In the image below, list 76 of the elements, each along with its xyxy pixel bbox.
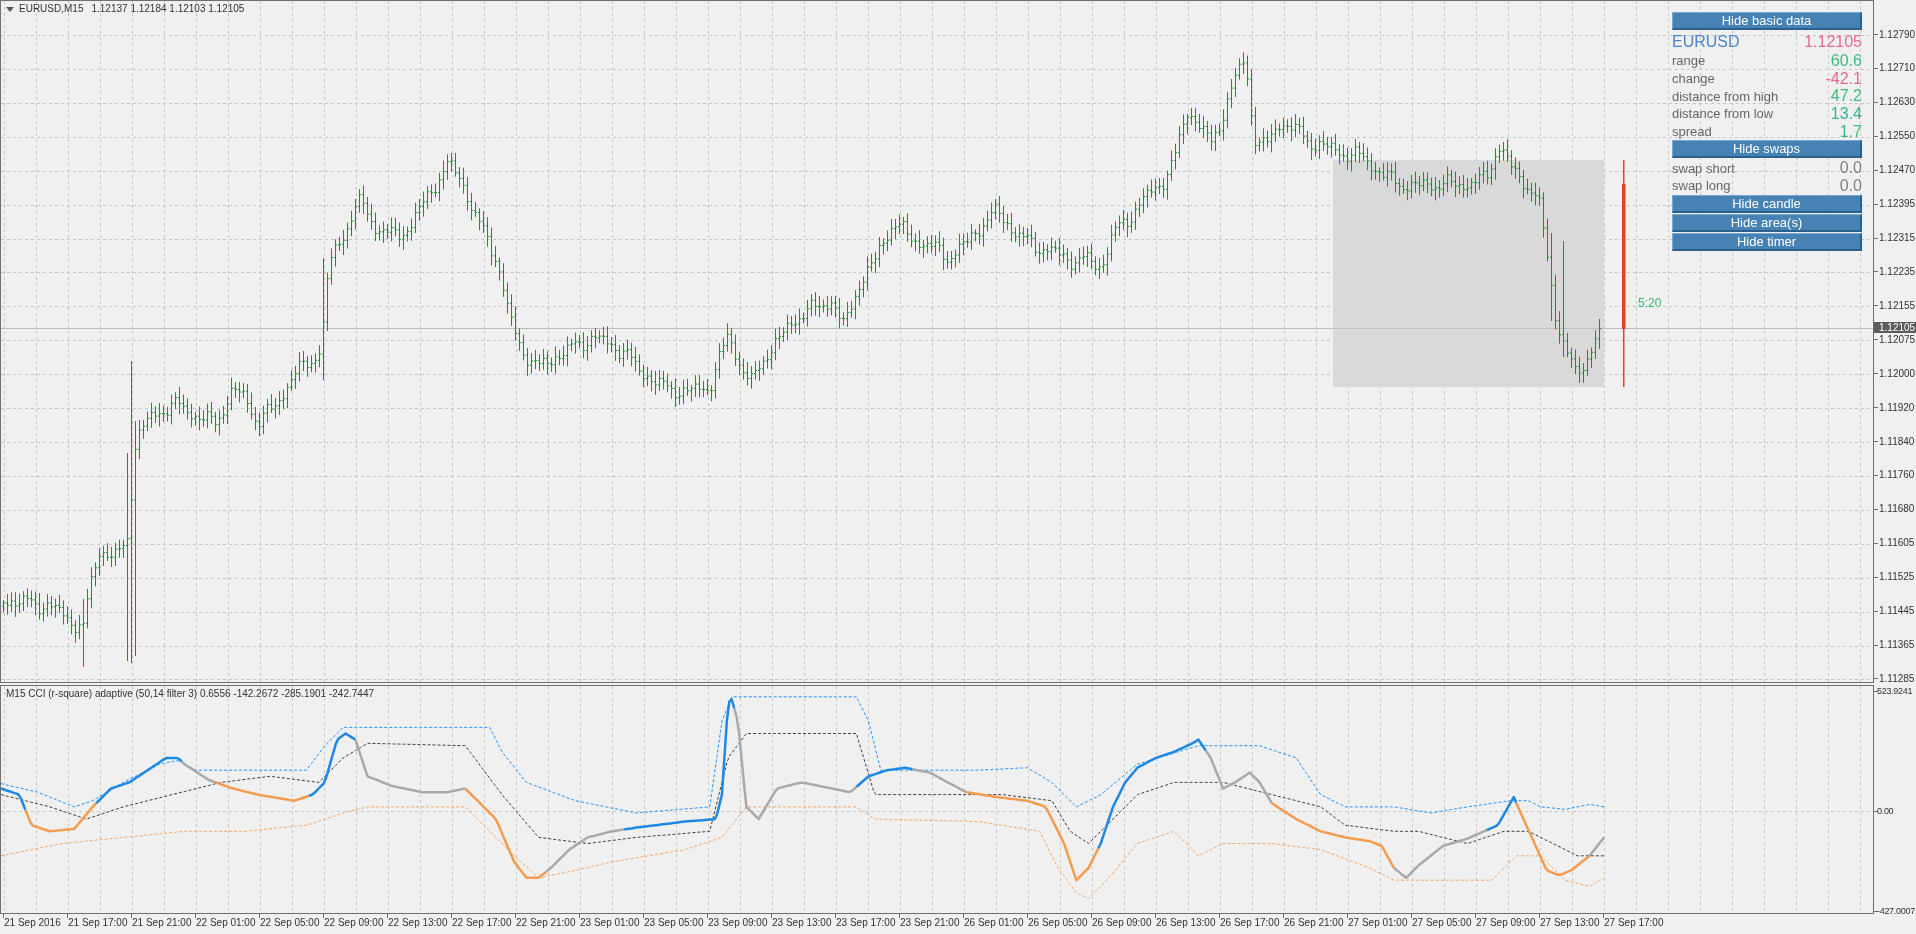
price-axis-label: 1.11285: [1879, 672, 1915, 684]
time-axis-label: 26 Sep 21:00: [1284, 917, 1344, 929]
time-axis-label: 26 Sep 01:00: [964, 917, 1024, 929]
caret-icon: [6, 6, 14, 12]
time-axis-label: 27 Sep 13:00: [1540, 917, 1600, 929]
price-axis-label: 1.11365: [1879, 639, 1915, 651]
indicator-title: M15 CCI (r-square) adaptive (50,14 filter 3) 0.6556 -142.2672 -285.1901 -242.7447: [6, 688, 374, 700]
price-quotes: 1.12137 1.12184 1.12103 1.12105: [91, 3, 245, 15]
time-axis-label: 23 Sep 01:00: [580, 917, 640, 929]
time-axis-label: 27 Sep 05:00: [1412, 917, 1472, 929]
price-axis-label: 1.12395: [1879, 198, 1916, 210]
info-value: 0.0: [1839, 160, 1862, 177]
time-axis-label: 21 Sep 17:00: [68, 917, 128, 929]
price-axis-label: 1.12235: [1879, 265, 1916, 277]
time-axis-label: 26 Sep 09:00: [1092, 917, 1152, 929]
symbol-name: EURUSD: [1672, 33, 1740, 50]
time-axis-label: 27 Sep 01:00: [1348, 917, 1408, 929]
time-axis-label: 22 Sep 09:00: [324, 917, 384, 929]
time-axis-label: 21 Sep 2016: [4, 917, 61, 929]
price-axis-label: 1.11445: [1879, 605, 1915, 617]
time-axis-label: 26 Sep 05:00: [1028, 917, 1088, 929]
time-axis-label: 21 Sep 21:00: [132, 917, 192, 929]
panel-button[interactable]: Hide candle: [1672, 194, 1862, 213]
info-label: distance from low: [1672, 107, 1774, 121]
info-label: spread: [1672, 125, 1712, 139]
price-axis-label: 1.12000: [1879, 367, 1916, 379]
time-axis-label: 27 Sep 17:00: [1604, 917, 1664, 929]
panel-button[interactable]: Hide swaps: [1672, 140, 1862, 159]
indicator-axis-label: 0.00: [1877, 805, 1894, 817]
price-axis-label: 1.11680: [1879, 503, 1915, 515]
info-label: range: [1672, 54, 1706, 68]
info-value: 47.2: [1830, 88, 1862, 105]
info-label: swap long: [1672, 179, 1731, 193]
panel-button[interactable]: Hide basic data: [1672, 12, 1862, 30]
info-value: 13.4: [1830, 105, 1862, 122]
time-axis-label: 22 Sep 17:00: [452, 917, 512, 929]
time-axis-label: 23 Sep 13:00: [772, 917, 832, 929]
info-label: change: [1672, 72, 1715, 86]
time-axis-label: 22 Sep 05:00: [260, 917, 320, 929]
price-axis-label: 1.12155: [1879, 299, 1916, 311]
time-axis-label: 26 Sep 13:00: [1156, 917, 1216, 929]
time-axis-label: 22 Sep 13:00: [388, 917, 448, 929]
price-axis-label: 1.11840: [1879, 435, 1915, 447]
time-axis-label: 27 Sep 09:00: [1476, 917, 1536, 929]
time-axis-label: 26 Sep 17:00: [1220, 917, 1280, 929]
price-axis-label: 1.12075: [1879, 333, 1916, 345]
time-axis-label: 23 Sep 17:00: [836, 917, 896, 929]
info-label: distance from high: [1672, 89, 1779, 103]
current-price-label: 1.12105: [1874, 322, 1916, 333]
price-axis-label: 1.11525: [1879, 571, 1915, 583]
price-axis-label: 1.12790: [1879, 28, 1916, 40]
price-axis-label: 1.12630: [1879, 96, 1916, 108]
price-axis-label: 1.11920: [1879, 401, 1915, 413]
info-value: 0.0: [1839, 177, 1862, 194]
timer-label: 5:20: [1638, 296, 1662, 310]
info-value: 60.6: [1830, 52, 1862, 69]
price-axis-label: 1.12710: [1879, 62, 1916, 74]
chart-symbol: EURUSD,M15: [19, 3, 84, 15]
time-axis-label: 23 Sep 21:00: [900, 917, 960, 929]
symbol-price: 1.12105: [1804, 33, 1862, 50]
indicator-axis-label: -427.0007: [1877, 905, 1915, 917]
indicator-axis-label: 523.9241: [1877, 685, 1913, 697]
time-axis-label: 22 Sep 01:00: [196, 917, 256, 929]
info-label: swap short: [1672, 161, 1735, 175]
time-axis-label: 22 Sep 21:00: [516, 917, 576, 929]
info-value: 1.7: [1839, 123, 1862, 140]
time-axis-label: 23 Sep 05:00: [644, 917, 704, 929]
price-axis-label: 1.12470: [1879, 164, 1916, 176]
panel-button[interactable]: Hide area(s): [1672, 213, 1862, 232]
panel-button[interactable]: Hide timer: [1672, 232, 1862, 251]
time-axis-label: 23 Sep 09:00: [708, 917, 768, 929]
price-axis-label: 1.12550: [1879, 130, 1916, 142]
price-axis-label: 1.11605: [1879, 537, 1915, 549]
info-value: -42.1: [1825, 70, 1862, 87]
price-axis-label: 1.12315: [1879, 232, 1916, 243]
price-axis-label: 1.11760: [1879, 469, 1915, 481]
